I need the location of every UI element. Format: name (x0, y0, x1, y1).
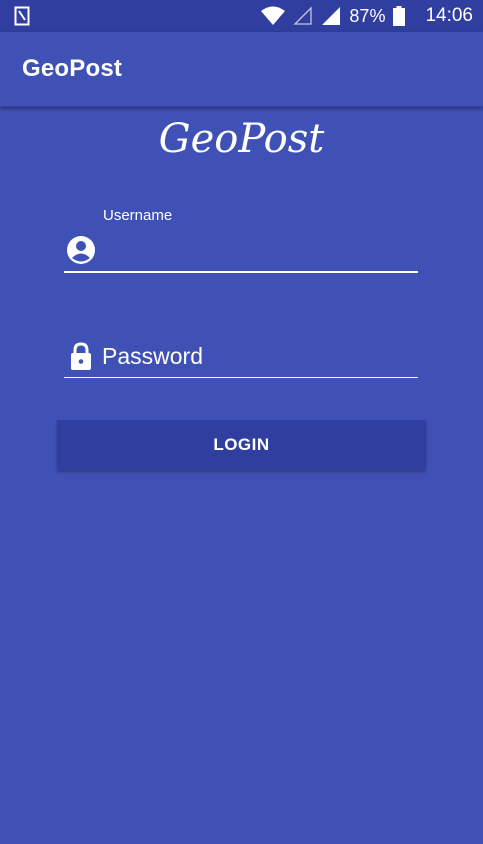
status-bar: 87% 14:06 (0, 0, 483, 32)
app-title: GeoPost (22, 55, 123, 82)
username-label: Username (103, 207, 173, 224)
wifi-icon (261, 6, 286, 25)
logo-text: GeoPost (158, 116, 325, 162)
username-underline (64, 271, 418, 273)
signal-empty-icon (293, 6, 313, 25)
app-bar: GeoPost (0, 32, 483, 107)
clock: 14:06 (425, 5, 473, 26)
battery-percent: 87% (349, 6, 386, 26)
password-underline (64, 377, 418, 378)
password-field[interactable] (64, 336, 418, 378)
login-button[interactable]: LOGIN (57, 420, 426, 470)
sim-card-icon (14, 6, 30, 26)
username-input[interactable] (102, 235, 412, 265)
password-input[interactable] (102, 340, 412, 372)
battery-icon (393, 6, 406, 26)
lock-icon (71, 342, 91, 370)
signal-full-icon (322, 7, 341, 25)
account-circle-icon (67, 236, 95, 264)
username-field[interactable]: Username (64, 205, 418, 273)
status-icons: 87% 14:06 (261, 0, 473, 32)
